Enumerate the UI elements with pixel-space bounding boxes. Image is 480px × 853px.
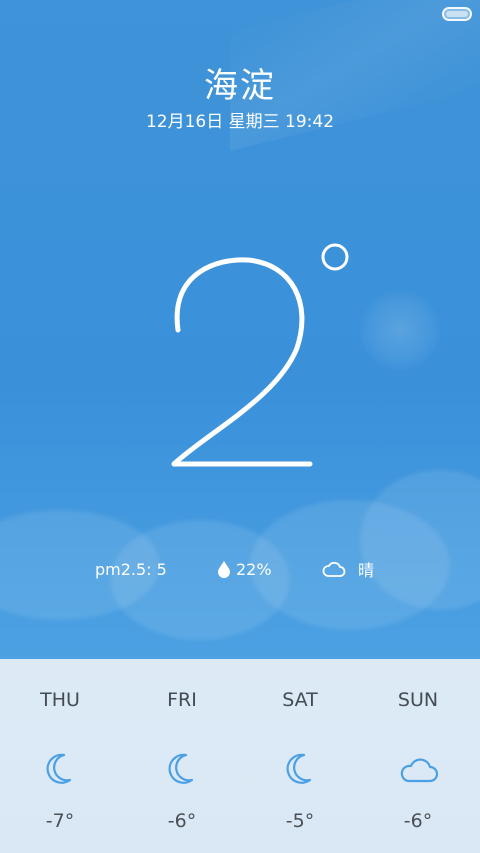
condition-text: 晴 xyxy=(358,561,375,580)
weather-screen: 海淀 12月16日 星期三 19:42 2 pm2.5: 5 22% 晴 THU xyxy=(0,0,480,853)
forecast-day-sun[interactable]: SUN -6° xyxy=(358,659,478,853)
humidity-reading: 22% xyxy=(217,557,272,581)
forecast-temp: -6° xyxy=(167,810,197,832)
degree-symbol xyxy=(321,243,349,271)
water-drop-icon xyxy=(218,561,230,578)
moon-icon xyxy=(46,753,72,784)
forecast-day-sat[interactable]: SAT -5° xyxy=(240,659,360,853)
sun-glow xyxy=(360,290,440,370)
forecast-panel: THU -7° FRI -6° SAT -5° SUN -6° xyxy=(0,659,480,853)
moon-icon xyxy=(286,753,312,784)
forecast-day-name: SUN xyxy=(397,689,439,711)
pm25-reading: pm2.5: 5 xyxy=(95,557,167,581)
condition-reading: 晴 xyxy=(322,557,374,581)
cloud-icon xyxy=(400,758,439,783)
date-time: 12月16日 星期三 19:42 xyxy=(145,112,335,132)
forecast-temp: -6° xyxy=(403,810,433,832)
forecast-day-thu[interactable]: THU -7° xyxy=(0,659,120,853)
forecast-temp: -5° xyxy=(285,810,315,832)
current-conditions: pm2.5: 5 22% 晴 xyxy=(0,557,480,581)
cloud-icon xyxy=(322,561,346,577)
city-name[interactable]: 海淀 xyxy=(0,58,480,107)
temperature-value xyxy=(171,257,313,467)
forecast-temp: -7° xyxy=(45,810,75,832)
pm25-text: pm2.5: 5 xyxy=(95,559,167,579)
moon-icon xyxy=(168,753,194,784)
forecast-day-name: SAT xyxy=(282,689,318,711)
toggle-switch[interactable] xyxy=(442,7,472,21)
cloud-background xyxy=(0,450,480,660)
forecast-day-fri[interactable]: FRI -6° xyxy=(122,659,242,853)
forecast-day-name: FRI xyxy=(167,689,197,711)
humidity-text: 22% xyxy=(236,559,272,579)
forecast-day-name: THU xyxy=(40,689,80,711)
cloud-blob xyxy=(360,470,480,610)
